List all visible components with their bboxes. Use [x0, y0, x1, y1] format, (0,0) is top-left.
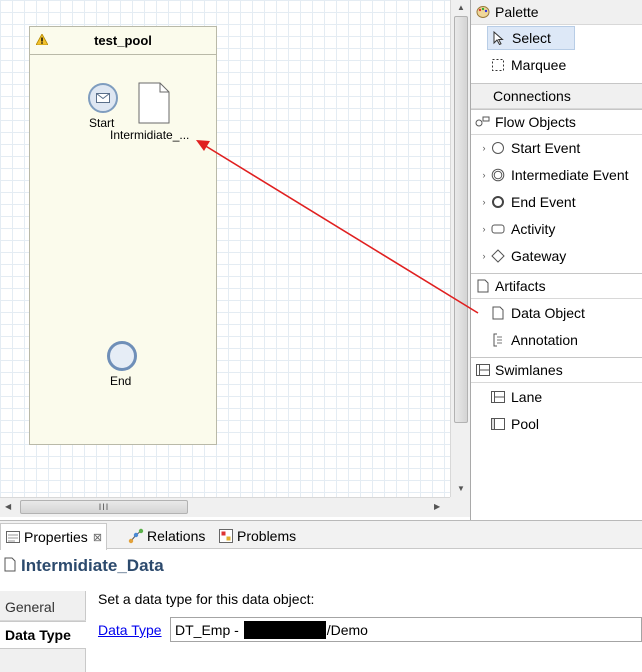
palette-item-label: Annotation	[511, 332, 578, 348]
diagram-canvas[interactable]: test_pool Start Intermidiate_... End	[0, 0, 450, 498]
palette-item-label: Marquee	[511, 57, 567, 73]
horizontal-scrollbar[interactable]: ◀ III ▶	[0, 497, 450, 517]
palette-item-gateway[interactable]: › Gateway	[479, 244, 567, 268]
palette-item-select[interactable]: Select	[487, 26, 575, 50]
section-label: Connections	[493, 88, 571, 104]
palette-item-label: Gateway	[511, 248, 567, 264]
diamond-icon	[490, 248, 506, 264]
data-object-shape[interactable]	[138, 82, 170, 124]
scroll-corner	[450, 497, 470, 517]
close-icon[interactable]: ⊠	[93, 531, 102, 544]
data-type-link[interactable]: Data Type	[98, 622, 162, 638]
palette-item-marquee[interactable]: Marquee	[490, 53, 566, 77]
thick-circle-icon	[490, 194, 506, 210]
palette-item-intermediate-event[interactable]: › Intermediate Event	[479, 163, 629, 187]
palette-section-artifacts[interactable]: Artifacts	[471, 273, 642, 299]
palette-item-lane[interactable]: Lane	[490, 385, 542, 409]
side-tab-data-type[interactable]: Data Type	[0, 621, 86, 649]
pool-title: test_pool	[94, 33, 152, 48]
document-icon	[475, 278, 491, 294]
palette-item-label: Pool	[511, 416, 540, 432]
view-tab-bar: Properties ⊠ Relations Problems	[0, 521, 642, 550]
properties-title-row: Intermidiate_Data	[0, 551, 642, 581]
data-type-value-prefix: DT_Emp -	[175, 621, 243, 638]
envelope-icon	[96, 93, 110, 103]
rounded-rect-icon	[490, 221, 506, 237]
scroll-right-icon[interactable]: ▶	[434, 502, 440, 511]
palette-title: Palette	[495, 4, 539, 20]
properties-view: Properties ⊠ Relations Problems Intermid…	[0, 520, 642, 672]
palette-item-end-event[interactable]: › End Event	[479, 190, 576, 214]
vertical-scroll-thumb[interactable]	[454, 16, 468, 423]
scroll-left-icon[interactable]: ◀	[5, 502, 11, 511]
palette-header[interactable]: Palette	[471, 0, 642, 25]
annotation-icon	[490, 332, 506, 348]
chevron-right-icon: ›	[482, 251, 486, 261]
flow-objects-icon	[475, 114, 491, 130]
palette-item-pool[interactable]: Pool	[490, 412, 539, 436]
marquee-icon	[490, 57, 506, 73]
section-label: Swimlanes	[495, 362, 563, 378]
redaction-block	[243, 620, 326, 639]
palette-item-label: Start Event	[511, 140, 581, 156]
arrow-pointer-icon	[491, 30, 507, 46]
properties-side-tabs: General Data Type	[0, 591, 86, 672]
section-label: Flow Objects	[495, 114, 576, 130]
palette-item-label: Data Object	[511, 305, 585, 321]
circle-icon	[490, 140, 506, 156]
palette: Palette Select Marquee Connections Flow …	[470, 0, 642, 520]
properties-title: Intermidiate_Data	[21, 556, 164, 575]
horizontal-scroll-thumb[interactable]: III	[20, 500, 188, 514]
tab-label: Properties	[24, 529, 88, 545]
palette-item-label: Activity	[511, 221, 556, 237]
pool-header[interactable]: test_pool	[30, 27, 216, 55]
pool-icon	[490, 416, 506, 432]
palette-section-swimlanes[interactable]: Swimlanes	[471, 357, 642, 383]
section-description: Set a data type for this data object:	[98, 591, 315, 607]
warning-icon	[36, 34, 48, 45]
palette-section-connections[interactable]: Connections	[471, 83, 642, 109]
side-tab-general[interactable]: General	[0, 593, 86, 621]
chevron-right-icon: ›	[482, 143, 486, 153]
end-event[interactable]	[107, 341, 137, 371]
palette-item-label: Intermediate Event	[511, 167, 629, 183]
end-event-label: End	[110, 374, 132, 388]
palette-item-label: End Event	[511, 194, 576, 210]
properties-icon	[5, 529, 21, 545]
swimlanes-icon	[475, 362, 491, 378]
chevron-right-icon: ›	[482, 224, 486, 234]
palette-icon	[475, 4, 491, 20]
palette-item-activity[interactable]: › Activity	[479, 217, 556, 241]
chevron-right-icon: ›	[482, 170, 486, 180]
palette-item-label: Select	[512, 30, 551, 46]
double-circle-icon	[490, 167, 506, 183]
tab-properties[interactable]: Properties ⊠	[0, 523, 108, 550]
document-icon	[490, 305, 506, 321]
chevron-right-icon: ›	[482, 197, 486, 207]
tab-label: Problems	[237, 527, 297, 544]
problems-icon	[218, 528, 234, 544]
palette-item-data-object[interactable]: Data Object	[490, 301, 585, 325]
palette-item-start-event[interactable]: › Start Event	[479, 136, 581, 160]
data-type-value-suffix: /Demo	[326, 621, 368, 638]
tab-problems[interactable]: Problems	[214, 523, 300, 548]
tab-label: Relations	[147, 527, 206, 544]
vertical-scrollbar[interactable]: ▲ ▼	[450, 0, 470, 498]
scroll-grip: III	[98, 502, 110, 512]
palette-item-annotation[interactable]: Annotation	[490, 328, 578, 352]
section-label: Artifacts	[495, 278, 546, 294]
scroll-up-icon[interactable]: ▲	[457, 3, 465, 12]
document-icon	[4, 557, 16, 575]
palette-item-label: Lane	[511, 389, 543, 405]
palette-section-flow-objects[interactable]: Flow Objects	[471, 109, 642, 135]
relations-icon	[128, 528, 144, 544]
data-type-field[interactable]: DT_Emp - /Demo	[170, 617, 642, 642]
lane-icon	[490, 389, 506, 405]
data-object-label: Intermidiate_...	[110, 128, 190, 142]
start-event[interactable]	[88, 83, 118, 113]
tab-relations[interactable]: Relations	[124, 523, 209, 548]
scroll-down-icon[interactable]: ▼	[457, 484, 465, 493]
